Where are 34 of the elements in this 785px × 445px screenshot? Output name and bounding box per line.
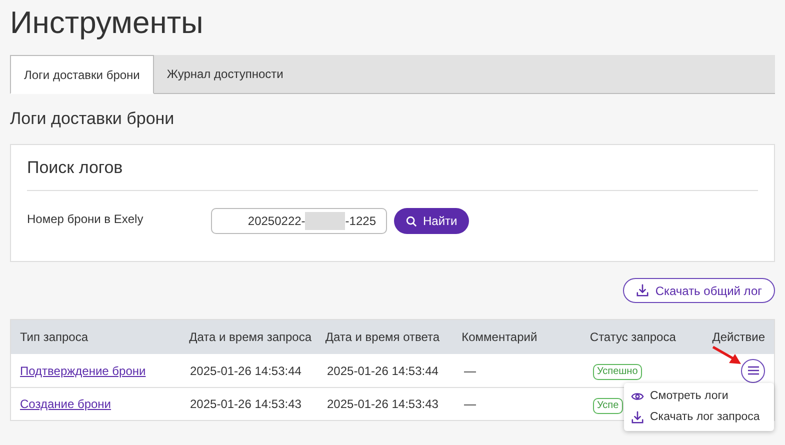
status-badge: Успе	[593, 398, 623, 414]
tab[interactable]: Логи доставки брони	[10, 55, 154, 94]
table-cell: —	[464, 364, 476, 378]
request-type-link[interactable]: Подтверждение брони	[20, 364, 146, 378]
field-label: Номер брони в Exely	[27, 211, 144, 228]
section-title: Логи доставки брони	[10, 108, 174, 130]
status-badge: Успешно	[593, 364, 642, 380]
menu-icon	[748, 366, 758, 375]
request-type-link[interactable]: Создание брони	[20, 397, 112, 411]
column-header: Дата и время запроса	[189, 330, 312, 344]
table-cell: 2025-01-26 14:53:43	[327, 397, 438, 411]
column-header: Дата и время ответа	[325, 330, 440, 344]
menu-item[interactable]: Скачать лог запроса	[624, 407, 774, 428]
card-title: Поиск логов	[27, 156, 123, 179]
page-title: Инструменты	[10, 4, 204, 42]
table-cell: 2025-01-26 14:53:44	[327, 364, 438, 378]
eye-icon	[631, 391, 644, 402]
download-icon	[636, 284, 650, 297]
table-cell: —	[464, 397, 476, 411]
column-header: Тип запроса	[20, 330, 88, 344]
tab[interactable]: Журнал доступности	[154, 55, 296, 93]
search-icon	[406, 216, 417, 226]
download-log-button[interactable]: Скачать общий лог	[623, 278, 775, 303]
column-header: Статус запроса	[590, 330, 676, 344]
column-header: Действие	[712, 330, 765, 344]
column-header: Комментарий	[462, 330, 538, 344]
table-cell: 2025-01-26 14:53:44	[190, 364, 302, 378]
table-cell: 2025-01-26 14:53:43	[190, 397, 302, 411]
find-button[interactable]: Найти	[394, 208, 470, 234]
download-icon	[631, 411, 644, 424]
menu-item[interactable]: Смотреть логи	[624, 386, 774, 407]
menu-button[interactable]	[741, 358, 765, 382]
booking-number-field[interactable]: 20250222- -1225	[211, 208, 387, 234]
annotation-arrow	[712, 345, 742, 366]
